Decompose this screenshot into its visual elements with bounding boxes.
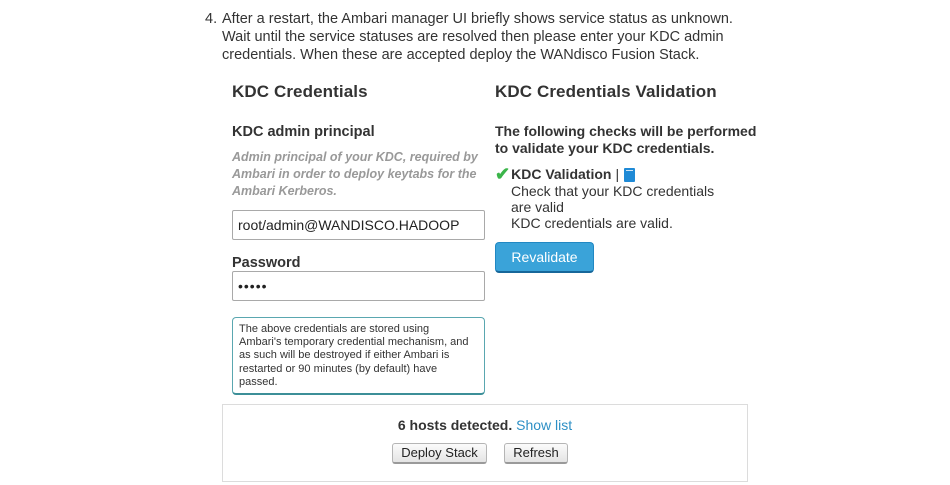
desc-line: The following checks will be performed	[495, 123, 757, 139]
book-icon[interactable]	[624, 167, 636, 182]
hosts-count-text: 6 hosts detected.	[397, 417, 513, 433]
notice-line: Ambari's temporary credential mechanism,…	[239, 336, 469, 349]
check-description: Check that your KDC credentials are vali…	[495, 183, 765, 231]
step-text: After a restart, the Ambari manager UI b…	[222, 10, 742, 64]
check-title: KDC Validation	[511, 166, 612, 182]
revalidate-button[interactable]: Revalidate	[495, 242, 594, 273]
check-desc-line: Check that your KDC credentials	[511, 183, 715, 199]
principal-input[interactable]: root/admin@WANDISCO.HADOOP	[232, 210, 485, 240]
notice-line: passed.	[239, 375, 278, 388]
step-line: After a restart, the Ambari manager UI b…	[222, 11, 733, 27]
hosts-detected: 6 hosts detected. Show list	[223, 417, 747, 433]
refresh-button[interactable]: Refresh	[504, 443, 568, 464]
notice-line: restarted or 90 minutes (by default) hav…	[239, 362, 438, 375]
notice-line: as such will be destroyed if either Amba…	[239, 349, 450, 362]
show-list-link[interactable]: Show list	[516, 417, 572, 433]
desc-line: to validate your KDC credentials.	[495, 140, 715, 156]
principal-hint: Admin principal of your KDC, required by…	[232, 149, 487, 200]
kdc-validation-panel: KDC Credentials Validation The following…	[495, 82, 765, 231]
kdc-validation-title: KDC Credentials Validation	[495, 82, 717, 101]
check-result: KDC credentials are valid.	[511, 215, 673, 231]
kdc-validation-check: ✔ KDC Validation |	[495, 164, 765, 184]
separator: |	[615, 166, 620, 182]
notice-line: The above credentials are stored using	[239, 323, 430, 335]
password-input[interactable]: •••••	[232, 271, 485, 301]
step-line: Wait until the service statuses are reso…	[222, 29, 724, 45]
step-line: credentials. When these are accepted dep…	[222, 47, 700, 63]
check-desc-line: are valid	[511, 199, 564, 215]
deploy-stack-button[interactable]: Deploy Stack	[392, 443, 487, 464]
principal-label: KDC admin principal	[232, 124, 375, 140]
kdc-credentials-title: KDC Credentials	[232, 82, 368, 101]
step-number: 4.	[205, 11, 218, 27]
kdc-credentials-panel: KDC Credentials KDC admin principal Admi…	[232, 82, 487, 301]
deploy-footer: 6 hosts detected. Show list Deploy Stack…	[222, 404, 748, 482]
validation-description: The following checks will be performed t…	[495, 123, 765, 157]
hint-line: Ambari Kerberos.	[232, 184, 337, 198]
hint-line: Ambari in order to deploy keytabs for th…	[232, 167, 477, 181]
checkmark-icon: ✔	[495, 164, 511, 184]
hint-line: Admin principal of your KDC, required by	[232, 150, 478, 164]
credentials-notice: The above credentials are stored using A…	[232, 317, 485, 395]
password-label: Password	[232, 255, 301, 271]
